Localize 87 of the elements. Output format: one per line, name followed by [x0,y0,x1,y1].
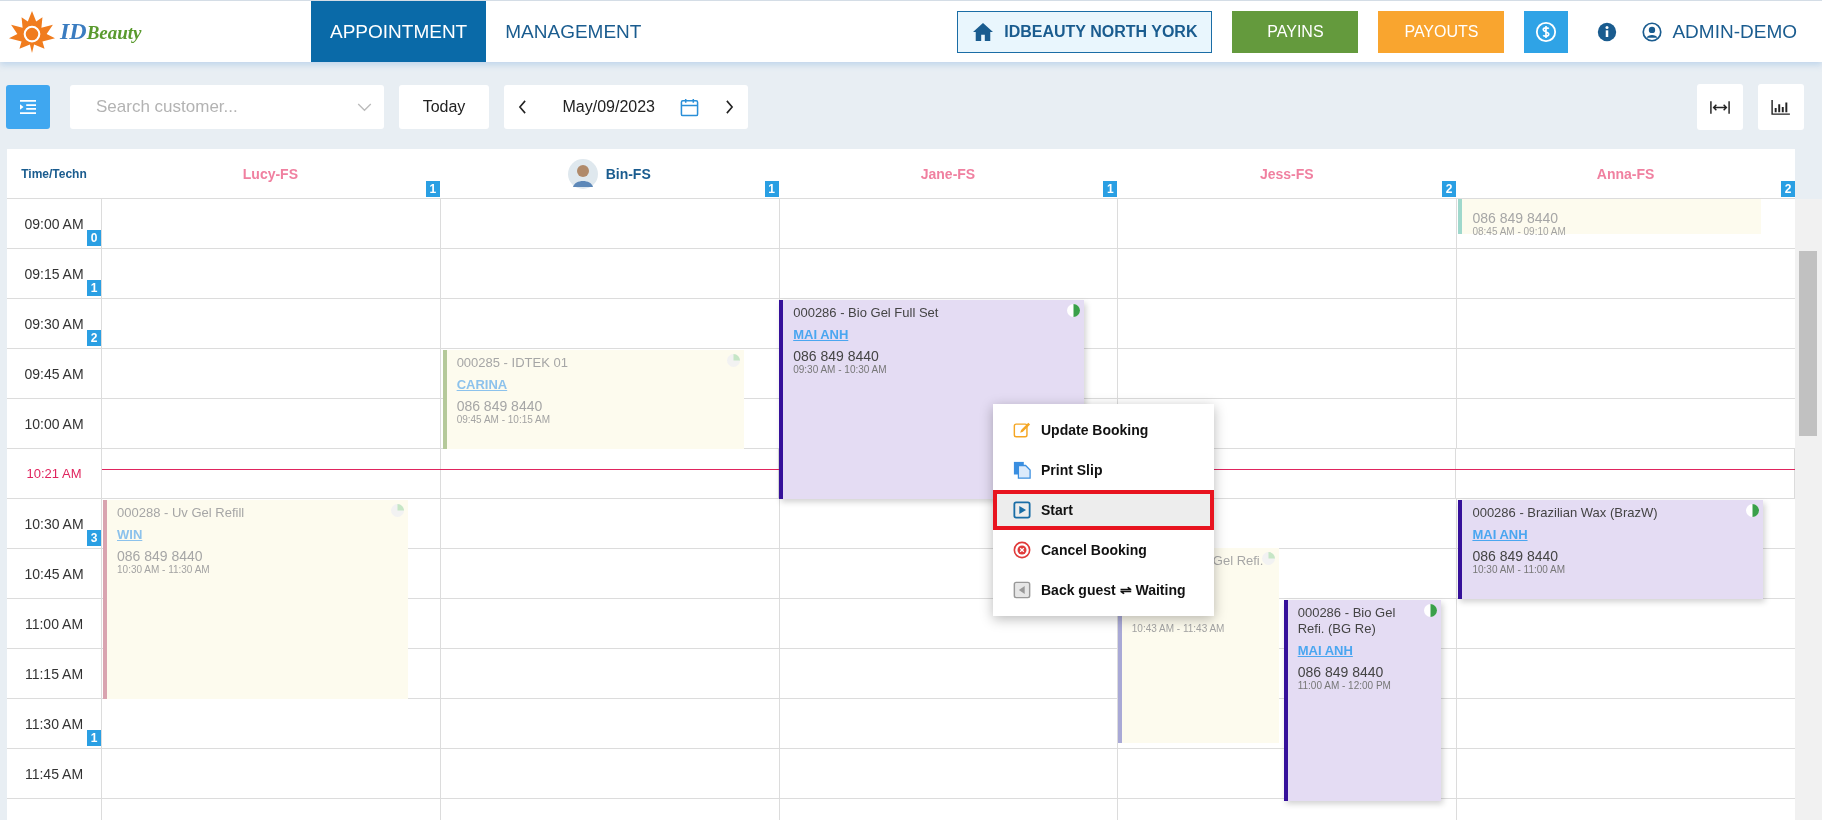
dollar-icon [1535,20,1558,43]
fit-width-icon [1710,99,1730,115]
count-badge: 2 [1781,181,1795,197]
documents-icon [1013,461,1031,479]
service-title: 000286 - Bio Gel Full Set [793,305,939,321]
chevron-left-icon[interactable] [518,100,527,114]
phone-number: 086 849 8440 [793,348,879,364]
scrollbar[interactable] [1795,199,1822,820]
count-badge: 1 [425,181,440,197]
logo-wordmark: IDBeauty [60,18,142,45]
count-badge: 0 [87,230,101,246]
info-icon[interactable] [1597,21,1618,42]
count-badge: 2 [1442,181,1457,197]
progress-pie-icon [1261,552,1275,565]
date-text[interactable]: May/09/2023 [562,98,655,116]
time-label: 11:30 AM [24,715,84,732]
play-icon [1013,501,1031,519]
service-title: 000285 - IDTEK 01 [456,355,568,371]
time-label: 09:30 AM [24,315,84,332]
nav-tab[interactable]: APPOINTMENT [311,1,487,62]
progress-pie-icon [1746,504,1760,517]
count-badge: 1 [87,280,101,296]
time-range: 10:30 AM - 11:00 AM [1472,564,1566,575]
phone-number: 086 849 8440 [456,398,543,414]
search-input[interactable]: Search customer... [94,96,357,118]
time-range: 09:45 AM - 10:15 AM [456,414,550,425]
cancel-icon [1013,541,1031,559]
time-range: 09:30 AM - 10:30 AM [793,364,887,375]
bar-chart-icon [1771,99,1791,115]
chevron-right-icon[interactable] [724,100,734,114]
nav-tab[interactable]: MANAGEMENT [486,1,661,62]
sidebar-toggle-button[interactable] [6,85,50,129]
chevron-down-icon [357,102,372,112]
time-label: 10:45 AM [24,565,84,582]
calendar-icon[interactable] [680,97,700,117]
time-label: 09:15 AM [24,265,84,282]
menu-item[interactable]: Start [993,490,1214,530]
service-title: 000288 - Uv Gel Refill [117,505,245,521]
time-range: 10:30 AM - 11:30 AM [117,564,210,575]
progress-pie-icon [726,354,740,367]
time-label: 11:15 AM [24,665,84,682]
chart-button[interactable] [1758,84,1804,130]
user-icon [1642,21,1663,42]
appointment-card[interactable]: 000286 - Bio Gel Refi. (BG Re) MAI ANH 086 849 8440 11:00 AM - 12:00 PM [1283,600,1442,801]
home-icon [972,21,995,42]
time-range: 08:45 AM - 09:10 AM [1472,226,1566,237]
menu-item[interactable]: Cancel Booking [993,530,1214,570]
search-field[interactable]: Search customer... [70,85,384,129]
count-badge: 1 [1103,181,1118,197]
time-label: 09:00 AM [24,215,84,232]
service-title: Gel Refi. [1212,553,1264,569]
time-label: 09:45 AM [24,365,84,382]
service-title: 000286 - Brazilian Wax (BrazW) [1472,505,1658,521]
count-badge: 1 [764,181,779,197]
technician-name[interactable]: Bin-FS [605,165,651,182]
user-name[interactable]: ADMIN-DEMO [1672,20,1797,43]
count-badge: 2 [87,330,101,346]
time-label: 11:45 AM [24,765,84,782]
time-range: 10:43 AM - 11:43 AM [1131,623,1225,634]
progress-pie-icon [1424,604,1438,617]
column-heading: Time/Techn [20,165,88,183]
indent-list-icon [19,99,37,115]
today-button[interactable]: Today [399,85,489,129]
time-range: 11:00 AM - 12:00 PM [1297,680,1391,691]
phone-number: 086 849 8440 [1472,548,1559,564]
phone-number: 086 849 8440 [1472,210,1559,226]
phone-number: 086 849 8440 [117,548,203,564]
menu-item[interactable]: Update Booking [993,410,1214,450]
menu-item[interactable]: Back guest ⇌ Waiting [993,570,1214,610]
back-icon [1013,581,1031,599]
time-label: 10:21 AM [26,466,82,481]
time-label: 10:00 AM [24,415,84,432]
service-title: 000286 - Bio Gel Refi. (BG Re) [1297,605,1397,637]
count-badge: 3 [87,530,101,546]
count-badge: 1 [87,730,101,746]
action-button[interactable]: PAYINS [1232,10,1359,53]
menu-item[interactable]: Print Slip [993,450,1214,490]
time-label: 11:00 AM [24,615,84,632]
fit-width-button[interactable] [1697,84,1743,130]
cash-button[interactable] [1524,10,1569,53]
phone-number: 086 849 8440 [1297,664,1384,680]
appointment-card[interactable]: 000286 - Brazilian Wax (BrazW) MAI ANH 086 849 8440 10:30 AM - 11:00 AM [1458,500,1764,599]
edit-icon [1013,421,1031,439]
branch-button[interactable]: IDBEAUTY NORTH YORK [957,10,1213,53]
progress-pie-icon [390,504,404,517]
time-label: 10:30 AM [24,515,84,532]
progress-pie-icon [1066,304,1080,317]
